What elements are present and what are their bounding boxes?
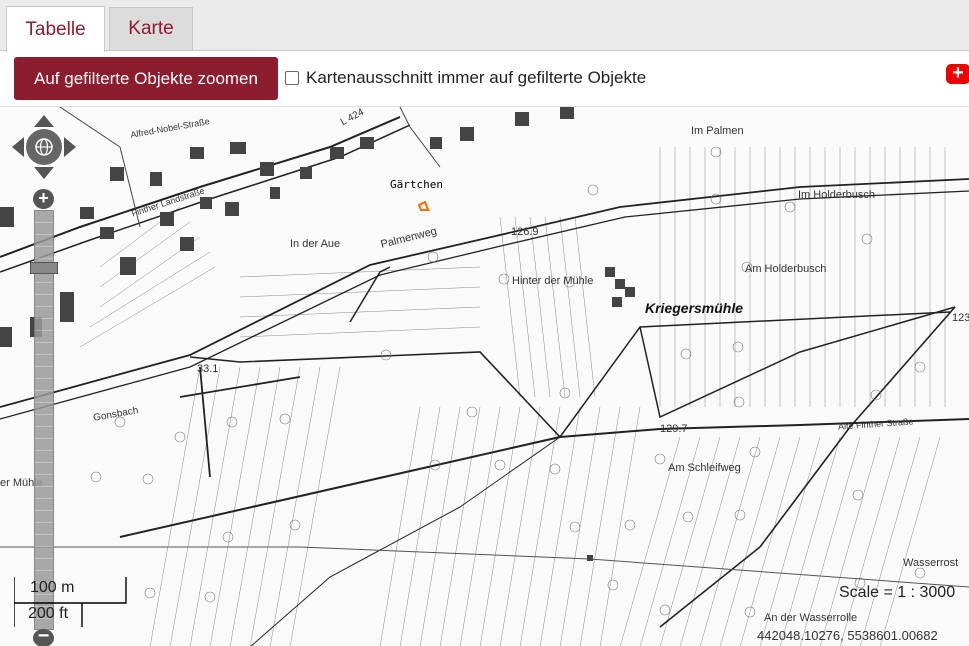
pan-left-icon — [12, 137, 24, 157]
label-elev-33-1: 33.1 — [197, 363, 219, 375]
zoom-to-filtered-button[interactable]: Auf gefilterte Objekte zoomen — [14, 57, 278, 100]
pan-right-icon — [64, 137, 76, 157]
label-wasserrost: Wasserrost — [903, 557, 959, 569]
filtered-feature-marker — [417, 200, 430, 211]
label-am-schleifweg: Am Schleifweg — [668, 462, 741, 474]
scale-ratio: Scale = 1 : 3000 — [839, 584, 956, 601]
pan-control[interactable] — [12, 115, 76, 179]
always-filtered-checkbox[interactable] — [285, 71, 299, 85]
always-filtered-label: Kartenausschnitt immer auf gefilterte Ob… — [306, 68, 647, 87]
zoom-in-button[interactable]: + — [33, 189, 54, 209]
zoom-slider-handle[interactable] — [30, 262, 58, 274]
tab-karte[interactable]: Karte — [109, 7, 193, 50]
label-an-der-wasserrolle: An der Wasserrolle — [764, 612, 858, 624]
scale-meters: 100 m — [30, 579, 75, 596]
tab-tabelle[interactable]: Tabelle — [6, 6, 105, 52]
pan-up-icon — [34, 115, 54, 127]
map-app: Tabelle Karte Auf gefilterte Objekte zoo… — [0, 0, 969, 646]
label-elev-123: 123 — [952, 312, 969, 324]
pan-down-icon — [34, 167, 54, 179]
label-elev-126-9: 126.9 — [511, 226, 539, 238]
label-im-holderbusch: Im Holderbusch — [798, 189, 876, 201]
label-gaertchen: Gärtchen — [390, 178, 443, 191]
label-in-der-aue: In der Aue — [290, 238, 341, 250]
plus-icon[interactable]: + — [946, 63, 969, 84]
mouse-coordinates: 442048.10276, 5538601.00682 — [757, 628, 938, 643]
map-viewport[interactable]: Gärtchen Kriegersmühle Im Palmen Im Hold… — [0, 106, 969, 646]
label-hinter-der-muehle: Hinter der Mühle — [512, 275, 594, 287]
label-kriegersmuehle: Kriegersmühle — [645, 300, 744, 316]
label-elev-129-7: 129.7 — [660, 423, 688, 435]
label-am-holderbusch: Am Holderbusch — [745, 263, 827, 275]
tab-bar: Tabelle Karte — [0, 0, 969, 52]
topographic-map — [0, 107, 969, 646]
label-im-palmen: Im Palmen — [691, 125, 744, 137]
scale-feet: 200 ft — [28, 605, 69, 622]
always-filtered-option[interactable]: Kartenausschnitt immer auf gefilterte Ob… — [285, 68, 646, 88]
map-toolbar: Auf gefilterte Objekte zoomen Kartenauss… — [0, 52, 969, 106]
